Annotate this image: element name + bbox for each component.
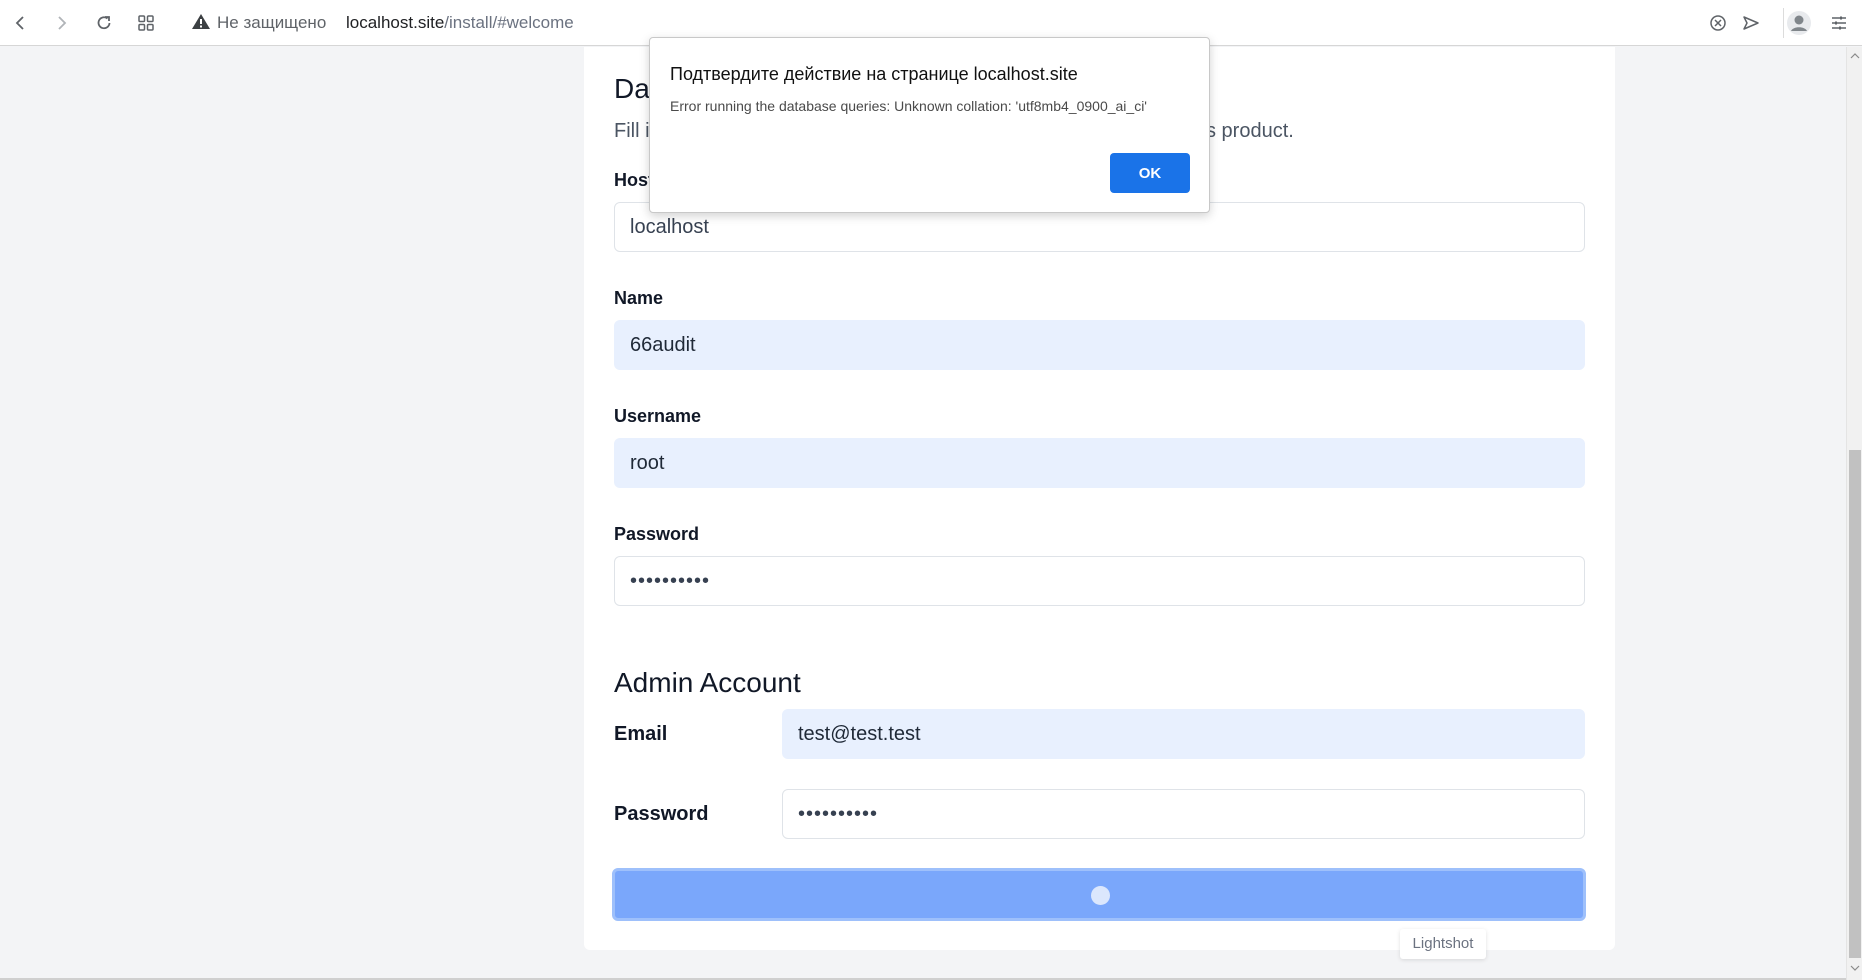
host-label: Host	[614, 170, 654, 190]
db-username-label: Username	[614, 406, 702, 426]
forward-arrow-icon	[58, 16, 67, 30]
admin-password-label: Password	[614, 803, 709, 825]
security-status-text[interactable]: Не защищено	[217, 12, 326, 34]
db-name-input[interactable]	[614, 320, 1585, 370]
database-section-description: Fill i	[614, 120, 650, 142]
url-path: /install/#welcome	[444, 13, 574, 32]
settings-sliders-icon	[1832, 16, 1846, 30]
blocked-circle-icon	[1710, 15, 1726, 31]
database-section-description-end: s product.	[1206, 120, 1294, 142]
loading-spinner-icon	[1091, 886, 1110, 905]
dialog-ok-button[interactable]: OK	[1110, 153, 1190, 193]
dialog-title: Подтвердите действие на странице localho…	[670, 64, 1078, 84]
db-name-label: Name	[614, 288, 664, 308]
grid-icon	[138, 15, 154, 31]
warning-icon	[192, 14, 210, 29]
send-icon	[1743, 16, 1759, 30]
profile-button[interactable]	[1784, 8, 1814, 38]
page-scrollbar[interactable]	[1846, 47, 1862, 980]
admin-password-input[interactable]	[782, 789, 1585, 839]
admin-email-label: Email	[614, 723, 668, 745]
admin-email-input[interactable]	[782, 709, 1585, 759]
scroll-up-arrow-icon[interactable]	[1850, 51, 1860, 61]
dialog-message: Error running the database queries: Unkn…	[670, 98, 1147, 114]
admin-section-title: Admin Account	[614, 667, 801, 698]
back-arrow-icon	[15, 16, 24, 30]
address-bar[interactable]: localhost.site/install/#welcome	[346, 12, 574, 34]
reload-icon	[97, 16, 111, 30]
reload-button[interactable]	[91, 10, 117, 36]
back-button[interactable]	[8, 10, 34, 36]
db-password-input[interactable]	[614, 556, 1585, 606]
tabs-overview-button[interactable]	[133, 10, 159, 36]
send-button[interactable]	[1738, 10, 1764, 36]
lightshot-tooltip: Lightshot	[1400, 929, 1486, 959]
db-password-label: Password	[614, 524, 700, 544]
menu-button[interactable]	[1826, 10, 1852, 36]
confirm-dialog: Подтвердите действие на странице localho…	[649, 37, 1210, 213]
url-host: localhost.site	[346, 13, 445, 32]
db-username-input[interactable]	[614, 438, 1585, 488]
scroll-down-arrow-icon[interactable]	[1850, 963, 1860, 973]
install-submit-button[interactable]	[612, 868, 1586, 921]
avatar-icon	[1787, 11, 1811, 35]
tracker-block-button[interactable]	[1705, 10, 1731, 36]
scrollbar-thumb[interactable]	[1849, 450, 1861, 958]
forward-button[interactable]	[48, 10, 74, 36]
